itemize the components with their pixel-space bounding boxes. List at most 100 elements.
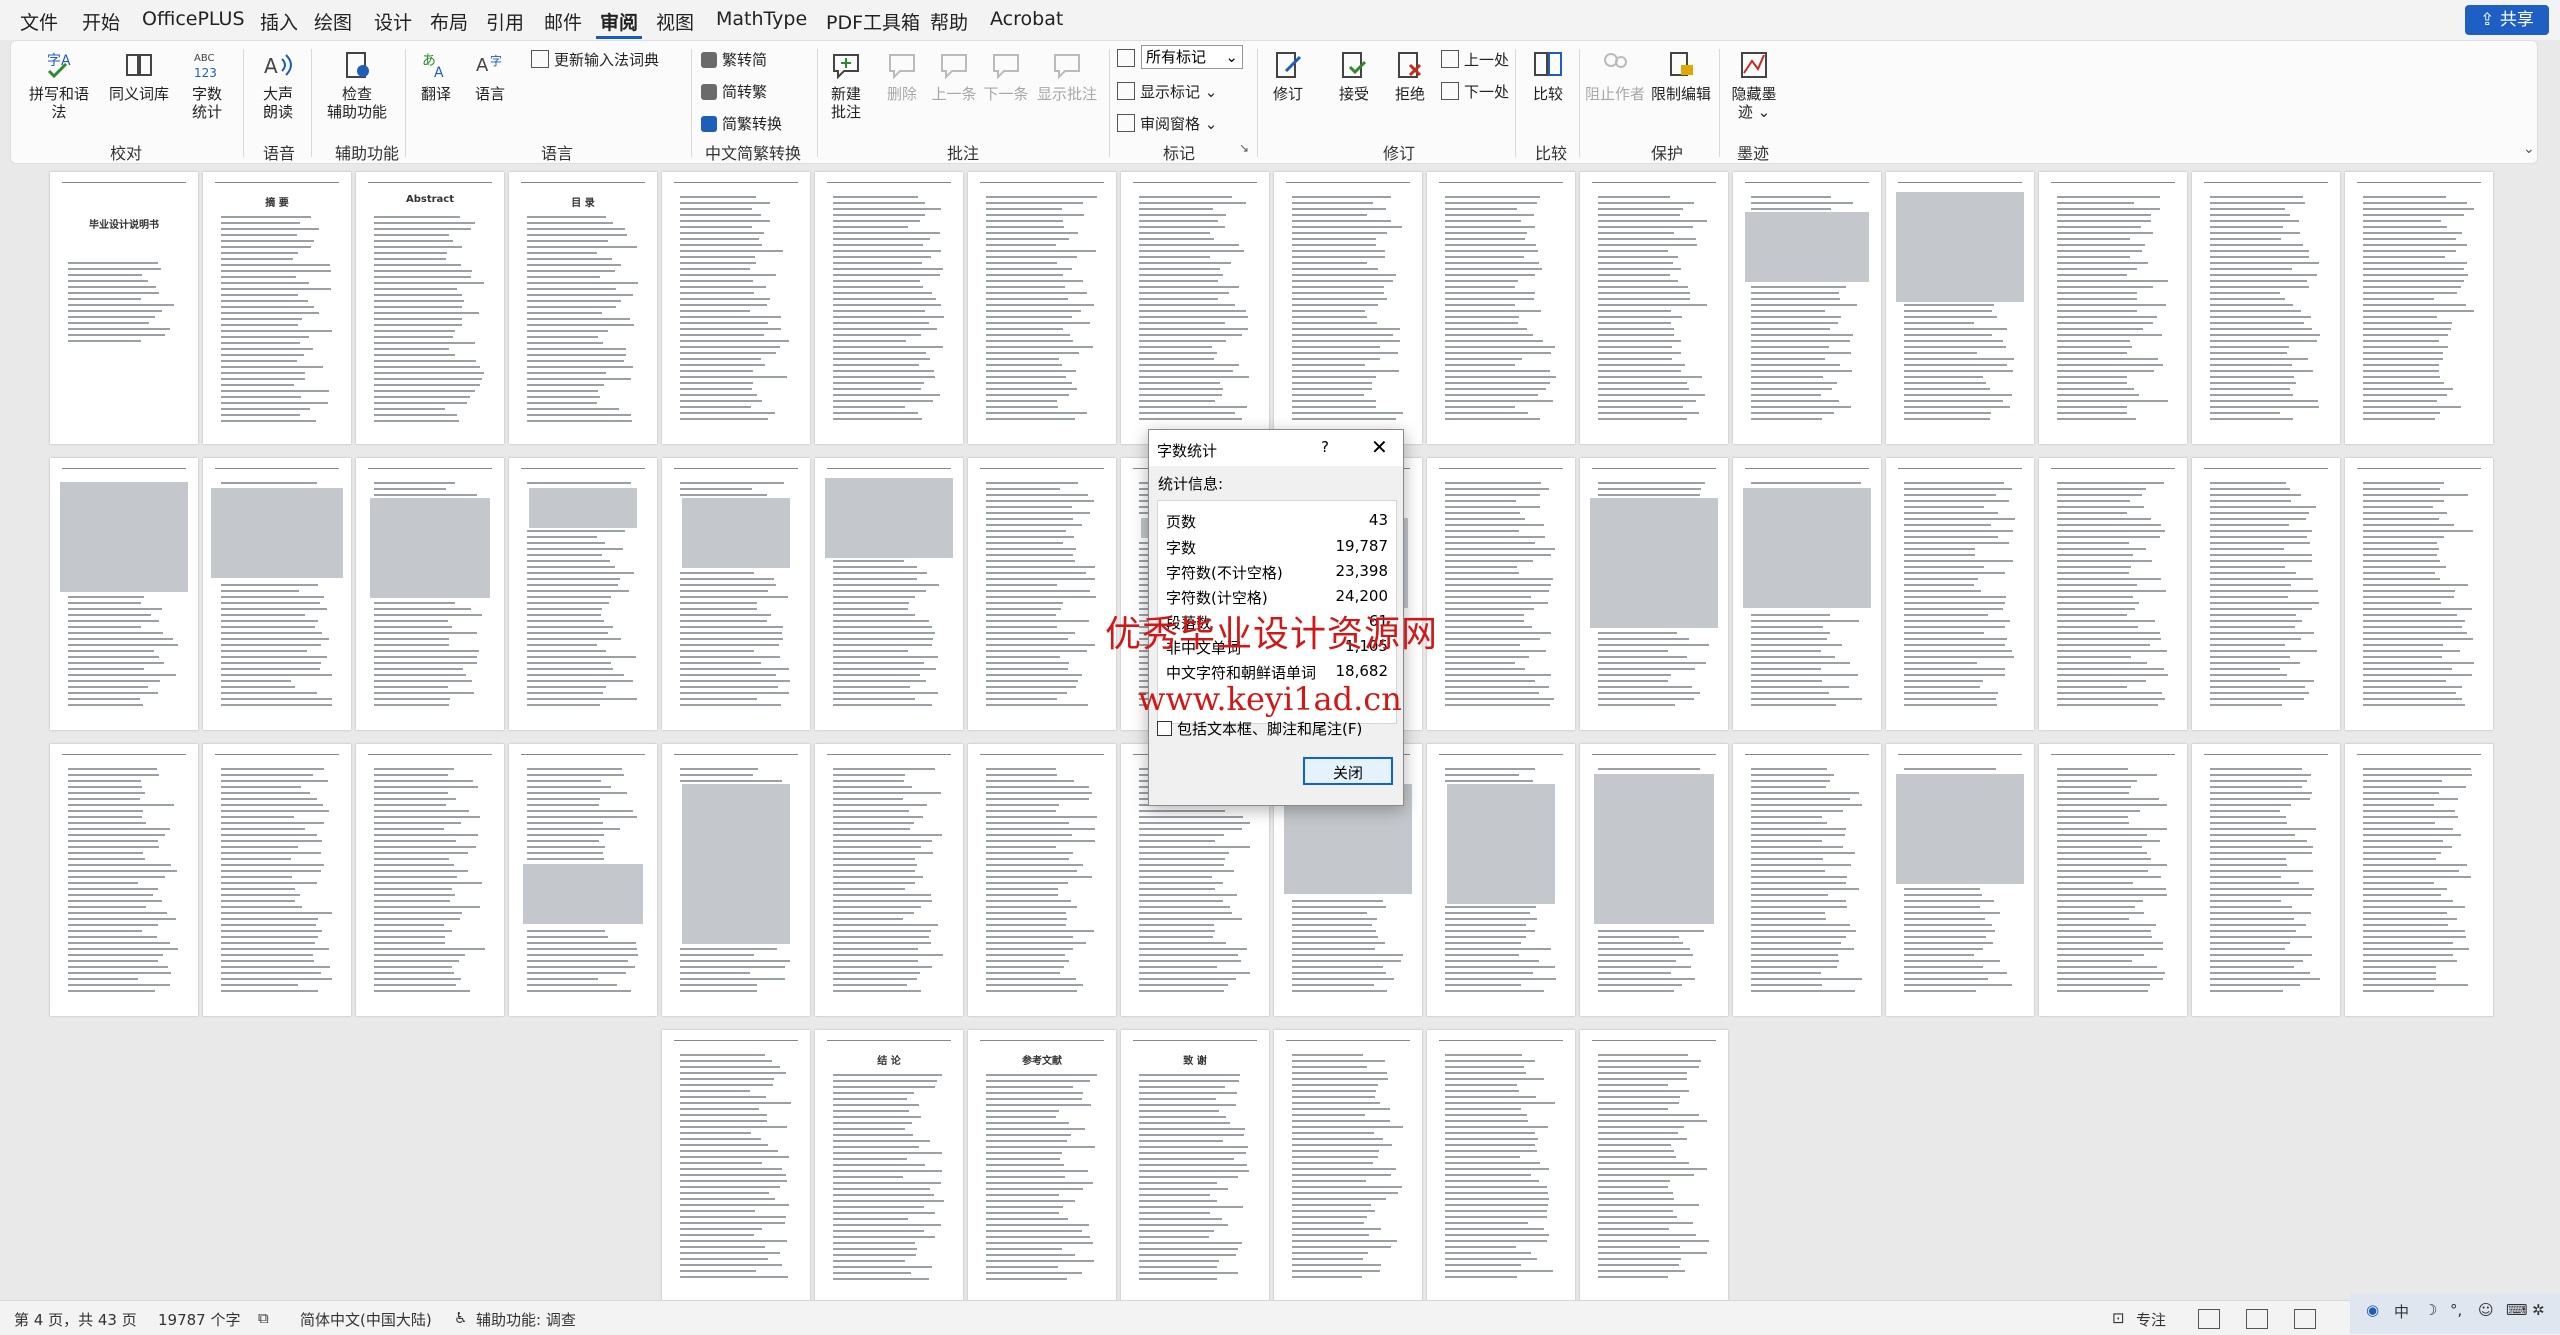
language-button[interactable]: A字 语言 (467, 49, 513, 103)
page-thumbnail[interactable] (203, 744, 351, 1016)
page-thumbnail[interactable] (2192, 744, 2340, 1016)
show-comments-button[interactable]: 显示批注 (1035, 49, 1099, 103)
markup-display-button[interactable] (1117, 49, 1140, 68)
tab-pdf-toolbox[interactable]: PDF工具箱 (826, 8, 920, 35)
page-thumbnail[interactable] (968, 458, 1116, 730)
read-mode-icon[interactable] (2198, 1309, 2220, 1329)
tab-layout[interactable]: 布局 (430, 8, 468, 35)
page-thumbnail[interactable] (662, 172, 810, 444)
page-thumbnail[interactable] (1580, 458, 1728, 730)
page-thumbnail[interactable] (1733, 744, 1881, 1016)
page-thumbnail[interactable] (968, 172, 1116, 444)
page-thumbnail[interactable] (203, 458, 351, 730)
page-thumbnail[interactable] (815, 172, 963, 444)
smile-icon[interactable]: ☺ (2478, 1301, 2494, 1319)
close-icon[interactable]: ✕ (1371, 435, 1388, 459)
restrict-editing-button[interactable]: 限制编辑 (1651, 49, 1711, 103)
tab-insert[interactable]: 插入 (260, 8, 298, 35)
page-thumbnail[interactable] (50, 458, 198, 730)
proofing-icon[interactable]: ⧉ (258, 1309, 269, 1327)
page-thumbnail[interactable] (1274, 172, 1422, 444)
page-thumbnail[interactable] (1427, 744, 1575, 1016)
keyboard-icon[interactable]: ⌨ (2506, 1301, 2528, 1319)
page-thumbnail[interactable] (509, 744, 657, 1016)
page-thumbnail[interactable] (1733, 172, 1881, 444)
page-thumbnail[interactable] (2192, 458, 2340, 730)
tab-file[interactable]: 文件 (20, 8, 58, 35)
review-pane-button[interactable]: 审阅窗格 ⌄ (1117, 113, 1217, 134)
accept-button[interactable]: 接受 (1331, 49, 1377, 103)
page-thumbnail[interactable]: 参考文献 (968, 1030, 1116, 1302)
check-accessibility-button[interactable]: 检查 辅助功能 (319, 49, 395, 121)
spelling-grammar-button[interactable]: 字A 拼写和语法 (27, 49, 91, 121)
prev-comment-button[interactable]: 上一条 (931, 49, 977, 103)
page-thumbnail[interactable] (2345, 172, 2493, 444)
help-button[interactable]: ? (1321, 438, 1329, 456)
reject-button[interactable]: 拒绝 (1387, 49, 1433, 103)
page-count-status[interactable]: 第 4 页，共 43 页 (14, 1309, 137, 1330)
share-button[interactable]: ⇪ 共享 (2465, 5, 2549, 35)
to-simplified-button[interactable]: 简转繁 (701, 81, 767, 102)
next-change-button[interactable]: 下一处 (1441, 81, 1509, 102)
ime-icon[interactable]: ◉ (2366, 1301, 2379, 1319)
page-thumbnail[interactable] (50, 744, 198, 1016)
dialog-launcher-icon[interactable]: ↘ (1239, 141, 1249, 155)
page-thumbnail[interactable] (356, 744, 504, 1016)
page-thumbnail[interactable] (1886, 172, 2034, 444)
next-comment-button[interactable]: 下一条 (983, 49, 1029, 103)
page-thumbnail[interactable] (2039, 744, 2187, 1016)
tab-view[interactable]: 视图 (656, 8, 694, 35)
page-thumbnail[interactable] (1580, 744, 1728, 1016)
delete-comment-button[interactable]: 删除 (879, 49, 925, 103)
page-thumbnail[interactable] (1427, 1030, 1575, 1302)
language-status[interactable]: 简体中文(中国大陆) (300, 1309, 432, 1330)
page-thumbnail[interactable]: 致 谢 (1121, 1030, 1269, 1302)
close-button[interactable]: 关闭 (1303, 757, 1393, 785)
page-thumbnail[interactable]: 目 录 (509, 172, 657, 444)
punctuation-icon[interactable]: °, (2450, 1301, 2462, 1319)
page-thumbnail[interactable] (1427, 458, 1575, 730)
page-thumbnail[interactable] (662, 458, 810, 730)
page-thumbnail[interactable] (1274, 1030, 1422, 1302)
page-thumbnail[interactable]: 摘 要 (203, 172, 351, 444)
settings-icon[interactable]: ✲ (2532, 1301, 2545, 1319)
page-thumbnail[interactable] (1121, 172, 1269, 444)
page-thumbnail[interactable] (2039, 458, 2187, 730)
page-thumbnail[interactable] (1427, 172, 1575, 444)
page-thumbnail[interactable] (662, 744, 810, 1016)
include-textboxes-checkbox[interactable]: 包括文本框、脚注和尾注(F) (1157, 718, 1362, 739)
page-thumbnail[interactable] (1580, 172, 1728, 444)
page-thumbnail[interactable] (1886, 744, 2034, 1016)
accessibility-status[interactable]: 辅助功能: 调查 (476, 1309, 576, 1330)
page-thumbnail[interactable] (815, 458, 963, 730)
page-thumbnail[interactable] (509, 458, 657, 730)
collapse-ribbon-icon[interactable]: ⌄ (2523, 141, 2535, 157)
translate-button[interactable]: あA 翻译 (413, 49, 459, 103)
chinese-conversion-button[interactable]: 简繁转换 (701, 113, 782, 134)
ime-mode-icon[interactable]: 中 (2394, 1301, 2409, 1322)
page-thumbnail[interactable] (1580, 1030, 1728, 1302)
word-count-status[interactable]: 19787 个字 (158, 1309, 241, 1330)
block-authors-button[interactable]: 阻止作者 (1585, 49, 1645, 103)
moon-icon[interactable]: ☽ (2424, 1301, 2437, 1319)
page-thumbnail[interactable] (356, 458, 504, 730)
tab-references[interactable]: 引用 (486, 8, 524, 35)
page-thumbnail[interactable]: Abstract (356, 172, 504, 444)
tab-review[interactable]: 审阅 (595, 8, 643, 39)
page-thumbnail[interactable] (1886, 458, 2034, 730)
print-layout-icon[interactable] (2246, 1309, 2268, 1329)
read-aloud-button[interactable]: A 大声 朗读 (253, 49, 303, 121)
page-thumbnail[interactable] (2192, 172, 2340, 444)
page-thumbnail[interactable]: 结 论 (815, 1030, 963, 1302)
update-ime-button[interactable]: 更新输入法词典 (531, 49, 659, 70)
page-thumbnail[interactable] (815, 744, 963, 1016)
page-thumbnail[interactable]: 毕业设计说明书 (50, 172, 198, 444)
page-thumbnail[interactable] (2345, 744, 2493, 1016)
new-comment-button[interactable]: 新建 批注 (823, 49, 869, 121)
page-thumbnail[interactable] (1733, 458, 1881, 730)
page-thumbnail[interactable] (2039, 172, 2187, 444)
tab-mailings[interactable]: 邮件 (544, 8, 582, 35)
tab-officeplus[interactable]: OfficePLUS (142, 8, 245, 30)
page-thumbnail[interactable] (2345, 458, 2493, 730)
thesaurus-button[interactable]: 同义词库 (107, 49, 171, 103)
